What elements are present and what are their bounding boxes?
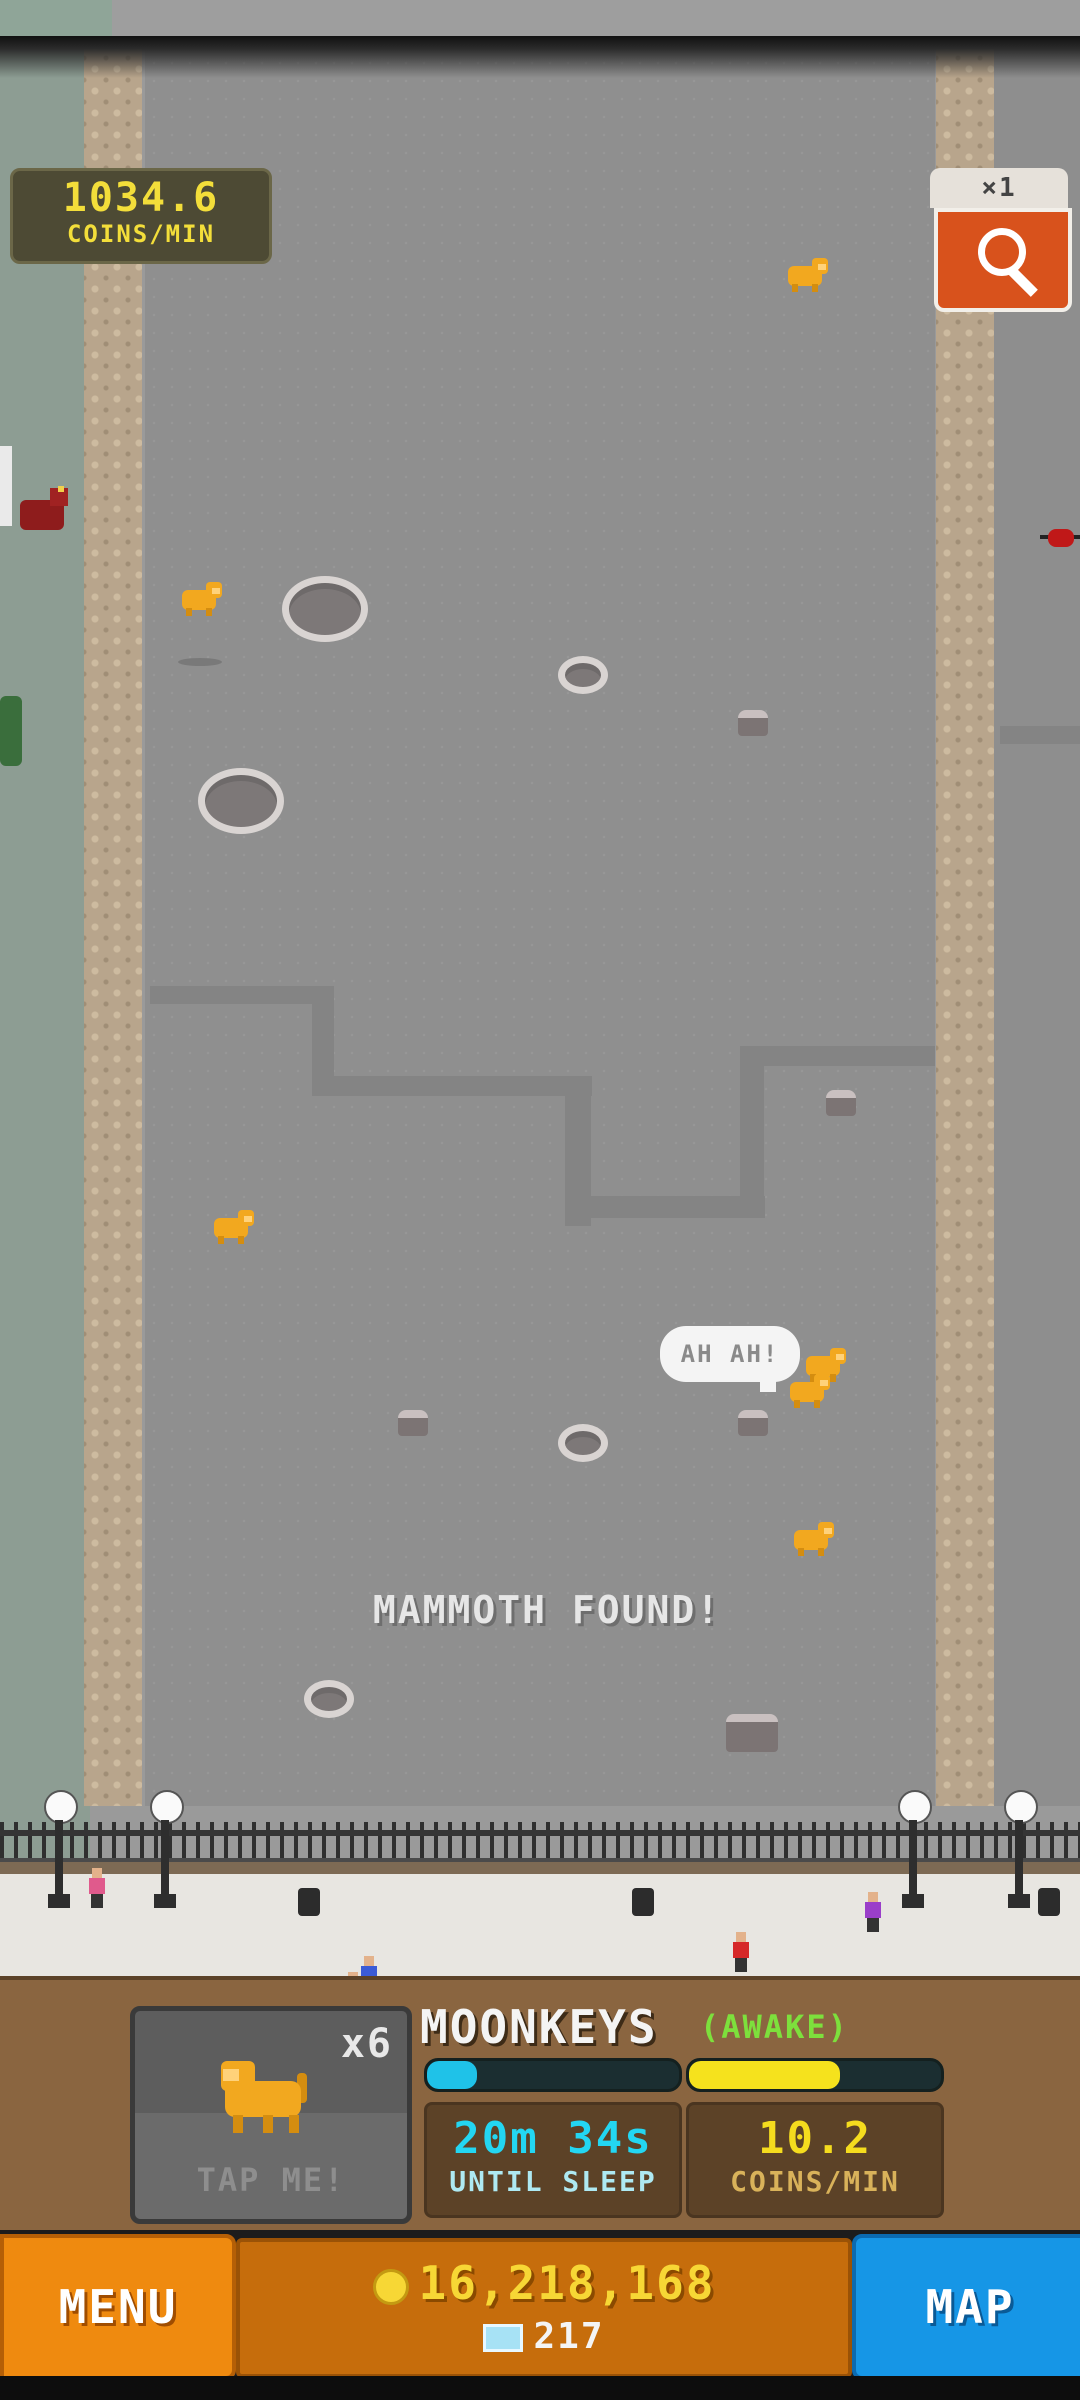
- trash-bin: [1038, 1888, 1060, 1916]
- tap-me-label: TAP ME!: [196, 2161, 346, 2199]
- monkey[interactable]: [178, 580, 224, 616]
- animal-count: x6: [340, 2021, 393, 2067]
- species-state: (AWAKE): [700, 2008, 849, 2046]
- red-creature[interactable]: [14, 486, 72, 534]
- sleep-timer: 20m 34s: [453, 2113, 653, 2164]
- rock: [738, 1410, 768, 1436]
- currency-display: 16,218,168 217: [236, 2238, 852, 2378]
- visitor: [88, 1868, 106, 1908]
- sleep-timer-box: 20m 34s UNTIL SLEEP: [424, 2102, 682, 2218]
- red-spider[interactable]: [1040, 521, 1080, 555]
- ground-crack: [312, 1076, 592, 1096]
- monkey[interactable]: [790, 1520, 836, 1556]
- coins-per-minute-unit: COINS/MIN: [66, 220, 216, 248]
- trash-bin: [632, 1888, 654, 1916]
- search-button[interactable]: ×1: [930, 168, 1072, 312]
- rock: [826, 1090, 856, 1116]
- visitor: [732, 1932, 750, 1972]
- map-button[interactable]: MAP: [852, 2234, 1080, 2380]
- top-shadow: [0, 36, 1080, 78]
- search-multiplier: ×1: [930, 168, 1068, 208]
- rock: [398, 1410, 428, 1436]
- crater: [282, 576, 368, 642]
- sleep-progress-bar: [424, 2058, 682, 2092]
- game-world[interactable]: AH AH! MAMMOTH FOUND!: [0, 36, 1080, 1976]
- monkey-icon: [215, 2053, 325, 2133]
- coin-rate-box: 10.2 COINS/MIN: [686, 2102, 944, 2218]
- visitor: [360, 1956, 378, 1976]
- ground-crack: [1000, 726, 1080, 744]
- coin-amount: 16,218,168: [418, 2256, 716, 2310]
- gem-balance: 217: [240, 2316, 848, 2357]
- event-notification: MAMMOTH FOUND!: [372, 1588, 722, 1632]
- coin-icon: [372, 2268, 409, 2305]
- street-lamp: [1004, 1790, 1038, 1910]
- crater: [558, 1424, 608, 1462]
- coin-rate: 10.2: [758, 2113, 872, 2164]
- coin-rate-label: COINS/MIN: [730, 2165, 900, 2198]
- monkey[interactable]: [786, 1372, 832, 1408]
- street-lamp: [898, 1790, 932, 1910]
- ground-crack: [565, 1196, 765, 1218]
- visitor: [864, 1892, 882, 1932]
- crater: [198, 768, 284, 834]
- status-strip: [0, 0, 1080, 36]
- coin-progress-bar: [686, 2058, 944, 2092]
- rock: [726, 1714, 778, 1752]
- navigation-strip: [0, 2376, 1080, 2400]
- trash-bin: [298, 1888, 320, 1916]
- street-lamp: [44, 1790, 78, 1910]
- animal-card[interactable]: x6 TAP ME!: [130, 2006, 412, 2224]
- magnifier-icon: [934, 208, 1072, 312]
- rock: [738, 710, 768, 736]
- monkey[interactable]: [784, 256, 830, 292]
- gem-icon: [483, 2324, 524, 2352]
- green-bush: [0, 696, 22, 766]
- ground-crack: [740, 1056, 764, 1216]
- gem-amount: 217: [533, 2316, 605, 2357]
- crater: [304, 1680, 354, 1718]
- coin-balance: 16,218,168: [240, 2256, 848, 2310]
- menu-button[interactable]: MENU: [0, 2234, 236, 2380]
- speech-bubble: AH AH!: [660, 1326, 800, 1392]
- enclosure-wall-left: [84, 36, 142, 1806]
- ground-crack: [150, 986, 330, 1004]
- sleep-label: UNTIL SLEEP: [449, 2165, 657, 2198]
- monkey[interactable]: [210, 1208, 256, 1244]
- coins-per-minute-value: 1034.6: [62, 175, 220, 221]
- white-post: [0, 446, 12, 526]
- left-enclosure: [0, 36, 90, 1976]
- coins-per-minute-badge: 1034.6 COINS/MIN: [10, 168, 272, 264]
- street-lamp: [150, 1790, 184, 1910]
- ground-crack: [740, 1046, 935, 1066]
- crater: [558, 656, 608, 694]
- species-name: MOONKEYS: [420, 2000, 658, 2054]
